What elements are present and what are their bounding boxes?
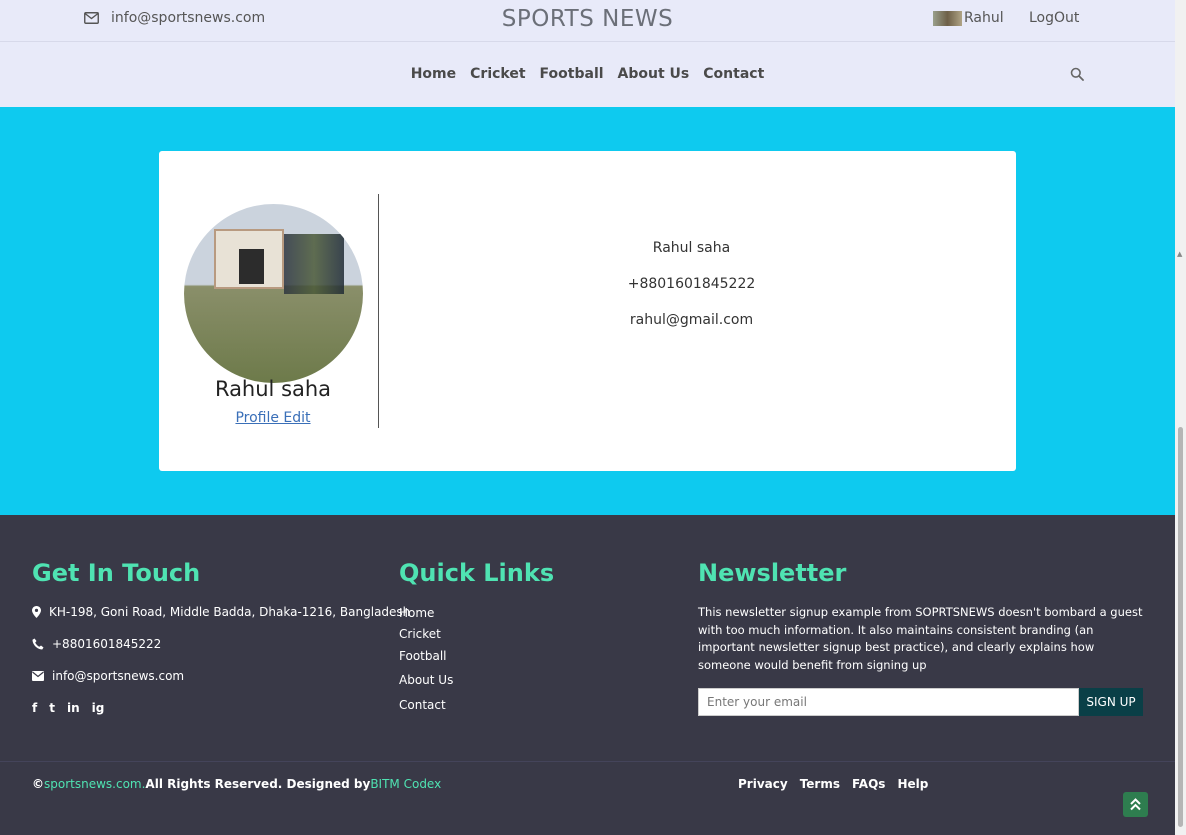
photo-people bbox=[284, 234, 344, 294]
signup-button[interactable]: SIGN UP bbox=[1079, 688, 1143, 716]
page-scrollbar[interactable]: ▲ bbox=[1175, 0, 1186, 835]
double-chevron-up-icon bbox=[1130, 798, 1141, 811]
footer-phone-text: +8801601845222 bbox=[52, 637, 162, 651]
user-menu[interactable]: Rahul bbox=[933, 10, 1004, 26]
nav-item-home[interactable]: Home bbox=[411, 66, 456, 82]
social-links: f t in ig bbox=[32, 701, 104, 715]
card-divider bbox=[378, 194, 379, 428]
profile-edit-link[interactable]: Profile Edit bbox=[173, 410, 373, 426]
top-bar: info@sportsnews.com SPORTS NEWS Rahul Lo… bbox=[0, 0, 1175, 42]
facebook-icon[interactable]: f bbox=[32, 701, 37, 715]
quick-link-about-us[interactable]: About Us bbox=[399, 673, 453, 687]
footer-phone: +8801601845222 bbox=[32, 637, 161, 651]
instagram-icon[interactable]: ig bbox=[92, 701, 105, 715]
footer: Get In Touch KH-198, Goni Road, Middle B… bbox=[0, 515, 1175, 835]
back-to-top-button[interactable] bbox=[1123, 792, 1148, 817]
nav-item-about-us[interactable]: About Us bbox=[618, 66, 690, 82]
info-name: Rahul saha bbox=[652, 240, 731, 256]
info-email: rahul@gmail.com bbox=[629, 312, 754, 328]
user-name[interactable]: Rahul bbox=[964, 10, 1004, 26]
user-avatar bbox=[933, 10, 962, 26]
footer-bottom-links: Privacy Terms FAQs Help bbox=[738, 777, 928, 791]
copyright-text: All Rights Reserved. Designed by bbox=[145, 777, 371, 791]
profile-card: Rahul saha Profile Edit Rahul saha +8801… bbox=[159, 151, 1016, 471]
profile-photo bbox=[184, 204, 363, 383]
footer-divider bbox=[0, 761, 1175, 762]
scrollbar-thumb[interactable] bbox=[1178, 427, 1183, 827]
footer-email: info@sportsnews.com bbox=[32, 669, 184, 683]
logout-link[interactable]: LogOut bbox=[1029, 10, 1079, 26]
nav-item-cricket[interactable]: Cricket bbox=[470, 66, 525, 82]
twitter-icon[interactable]: t bbox=[49, 701, 55, 715]
newsletter-email-input[interactable] bbox=[698, 688, 1079, 716]
quick-link-football[interactable]: Football bbox=[399, 649, 447, 663]
info-phone: +8801601845222 bbox=[627, 276, 756, 292]
newsletter-text: This newsletter signup example from SOPR… bbox=[698, 605, 1143, 672]
footer-address: KH-198, Goni Road, Middle Badda, Dhaka-1… bbox=[32, 605, 410, 619]
envelope-icon bbox=[32, 671, 44, 681]
nav-item-football[interactable]: Football bbox=[540, 66, 604, 82]
map-marker-icon bbox=[32, 606, 41, 618]
copyright-site-link[interactable]: sportsnews.com. bbox=[44, 777, 145, 791]
nav-menu: Home Cricket Football About Us Contact bbox=[0, 66, 1175, 82]
phone-icon bbox=[32, 638, 44, 650]
footer-link-faqs[interactable]: FAQs bbox=[852, 777, 885, 791]
quick-link-home[interactable]: Home bbox=[399, 606, 434, 620]
quick-links-title: Quick Links bbox=[399, 559, 555, 587]
scroll-up-arrow-icon[interactable]: ▲ bbox=[1177, 250, 1182, 258]
footer-email-text[interactable]: info@sportsnews.com bbox=[52, 669, 184, 683]
designer-link[interactable]: BITM Codex bbox=[370, 777, 441, 791]
newsletter-title: Newsletter bbox=[698, 559, 847, 587]
copyright: ©sportsnews.com.All Rights Reserved. Des… bbox=[32, 777, 441, 791]
footer-link-privacy[interactable]: Privacy bbox=[738, 777, 788, 791]
copyright-symbol: © bbox=[32, 777, 44, 791]
get-in-touch-title: Get In Touch bbox=[32, 559, 201, 587]
profile-name: Rahul saha bbox=[214, 377, 332, 401]
footer-link-help[interactable]: Help bbox=[897, 777, 928, 791]
profile-section: Rahul saha Profile Edit Rahul saha +8801… bbox=[0, 107, 1175, 515]
quick-link-contact[interactable]: Contact bbox=[399, 698, 446, 712]
quick-link-cricket[interactable]: Cricket bbox=[399, 627, 441, 641]
nav-item-contact[interactable]: Contact bbox=[703, 66, 764, 82]
photo-door bbox=[239, 249, 264, 284]
main-nav: Home Cricket Football About Us Contact bbox=[0, 42, 1175, 107]
linkedin-icon[interactable]: in bbox=[67, 701, 80, 715]
search-icon[interactable] bbox=[1070, 67, 1084, 81]
footer-link-terms[interactable]: Terms bbox=[800, 777, 840, 791]
footer-address-text: KH-198, Goni Road, Middle Badda, Dhaka-1… bbox=[49, 605, 411, 619]
